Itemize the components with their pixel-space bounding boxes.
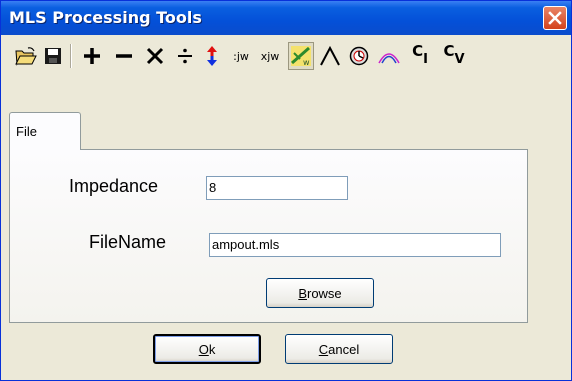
impedance-field[interactable]: 8 — [206, 176, 348, 200]
cv-sub-label: V — [454, 51, 465, 67]
ci-c-label: C — [412, 42, 424, 60]
tab-file-label: File — [16, 124, 37, 139]
div-jw-label: :jw — [233, 49, 249, 63]
filename-field[interactable]: ampout.mls — [209, 233, 501, 257]
toolbar: :jw xjw w CI CV — [1, 35, 571, 77]
add-icon[interactable] — [79, 43, 105, 69]
toolbar-separator — [70, 44, 72, 68]
cancel-button[interactable]: Cancel — [285, 334, 393, 364]
cv-c-label: C — [443, 42, 455, 60]
title-bar[interactable]: MLS Processing Tools — [1, 1, 571, 35]
tab-file[interactable]: File — [9, 112, 81, 150]
dialog-window: MLS Processing Tools:jw xjw w C I C V F… — [0, 0, 572, 381]
cancel-label: ancel — [328, 341, 360, 357]
ok-label: k — [208, 341, 216, 357]
file-tab-panel: Impedance 8 FileName ampout.mls Browse — [9, 149, 528, 323]
close-button[interactable] — [543, 6, 567, 30]
browse-label: rowse — [306, 285, 342, 301]
filename-label: FileName — [89, 232, 167, 252]
ok-button[interactable]: Ok — [153, 334, 261, 364]
arch-curves-icon[interactable] — [375, 43, 403, 69]
graph-icon[interactable]: w — [288, 42, 314, 70]
div-jw-icon[interactable]: :jw — [228, 43, 254, 69]
impedance-label: Impedance — [69, 176, 159, 196]
ci-sub-label: I — [423, 51, 428, 67]
save-icon[interactable] — [41, 43, 65, 69]
mul-jw-icon[interactable]: xjw — [256, 43, 284, 69]
browse-access-key: B — [298, 285, 307, 301]
cancel-access-key: C — [318, 341, 329, 357]
divide-icon[interactable] — [172, 43, 198, 69]
mul-jw-label: xjw — [260, 49, 280, 63]
ci-icon[interactable]: CI — [406, 42, 434, 69]
svg-text:w: w — [303, 58, 310, 67]
cv-icon[interactable]: CV — [439, 42, 469, 69]
open-folder-icon[interactable] — [13, 43, 39, 69]
multiply-icon[interactable] — [142, 43, 168, 69]
clock-icon[interactable] — [347, 43, 371, 69]
close-icon — [548, 11, 562, 25]
swap-vertical-icon[interactable] — [201, 43, 223, 69]
browse-button[interactable]: Browse — [266, 278, 374, 308]
window-title: MLS Processing Tools — [9, 8, 202, 27]
ok-access-key: O — [198, 341, 209, 357]
subtract-icon[interactable] — [111, 43, 137, 69]
window-arch-icon[interactable] — [317, 43, 343, 69]
